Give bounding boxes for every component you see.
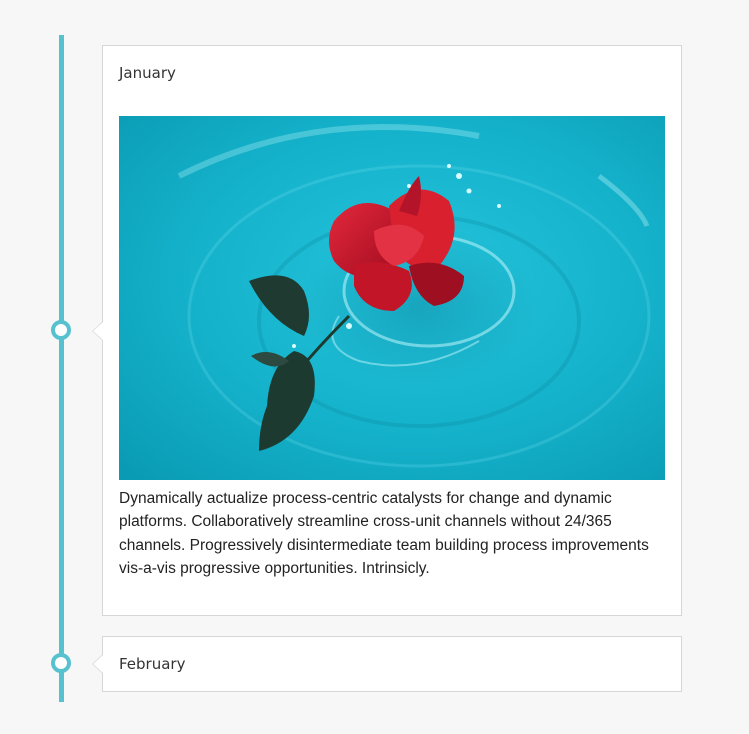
card-description: Dynamically actualize process-centric ca… (119, 490, 649, 578)
timeline-node-february (51, 653, 71, 673)
card-month-title: February (119, 655, 186, 673)
timeline-node-january (51, 320, 71, 340)
card-month-title: January (119, 64, 176, 82)
card-pointer (92, 321, 103, 341)
rose-photo (119, 116, 665, 480)
timeline-line (59, 35, 64, 702)
card-pointer (92, 654, 103, 674)
timeline-card-january: January Dynamically actualize process-ce… (92, 45, 682, 616)
timeline-card-february: February (92, 636, 682, 692)
